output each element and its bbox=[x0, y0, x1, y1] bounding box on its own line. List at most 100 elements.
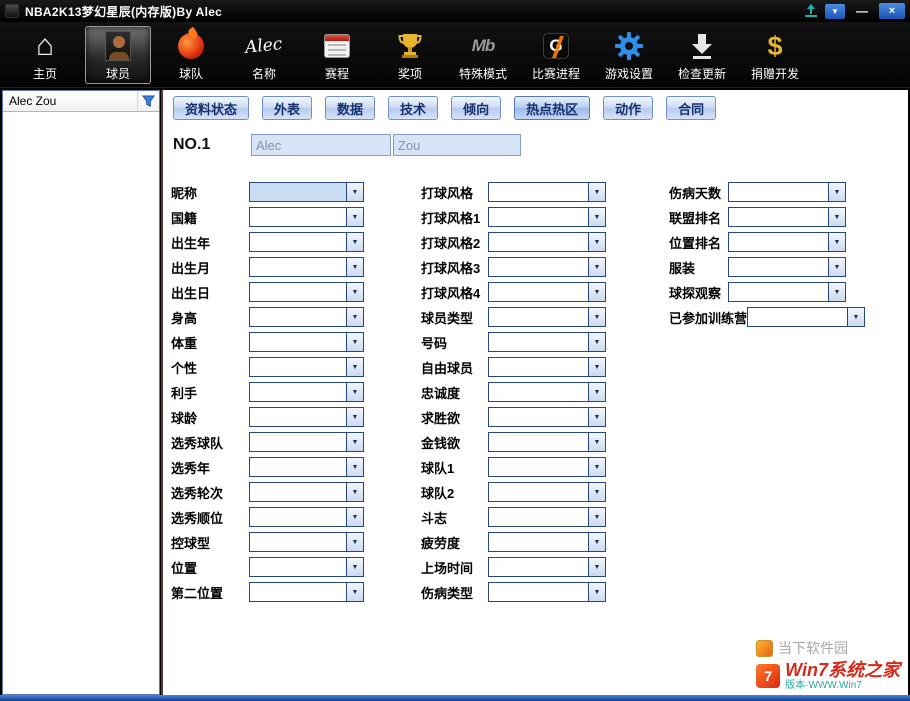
dropdown-arrow-button[interactable]: ▼ bbox=[346, 233, 363, 251]
toolbar-item-special-mode[interactable]: Mb特殊模式 bbox=[450, 26, 516, 84]
dropdown-arrow-button[interactable]: ▼ bbox=[588, 183, 605, 201]
dropdown[interactable]: ▼ bbox=[488, 382, 606, 402]
dropdown-arrow-button[interactable]: ▼ bbox=[346, 433, 363, 451]
dropdown-arrow-button[interactable]: ▼ bbox=[346, 358, 363, 376]
dropdown[interactable]: ▼ bbox=[488, 257, 606, 277]
dropdown-arrow-button[interactable]: ▼ bbox=[588, 233, 605, 251]
dropdown[interactable]: ▼ bbox=[249, 207, 364, 227]
toolbar-item-awards[interactable]: 奖项 bbox=[377, 26, 443, 84]
dropdown-arrow-button[interactable]: ▼ bbox=[346, 283, 363, 301]
dropdown-arrow-button[interactable]: ▼ bbox=[346, 383, 363, 401]
dropdown[interactable]: ▼ bbox=[249, 557, 364, 577]
tab-profile-status[interactable]: 资料状态 bbox=[173, 96, 249, 120]
dropdown-arrow-button[interactable]: ▼ bbox=[847, 308, 864, 326]
share-icon[interactable] bbox=[804, 4, 818, 18]
dropdown-arrow-button[interactable]: ▼ bbox=[588, 283, 605, 301]
toolbar-item-donate[interactable]: $捐赠开发 bbox=[742, 26, 808, 84]
toolbar-item-check-update[interactable]: 检查更新 bbox=[669, 26, 735, 84]
dropdown[interactable]: ▼ bbox=[488, 457, 606, 477]
dropdown-arrow-button[interactable]: ▼ bbox=[346, 333, 363, 351]
dropdown[interactable]: ▼ bbox=[249, 282, 364, 302]
dropdown[interactable]: ▼ bbox=[249, 382, 364, 402]
dropdown[interactable]: ▼ bbox=[249, 457, 364, 477]
dropdown[interactable]: ▼ bbox=[488, 482, 606, 502]
toolbar-item-game-settings[interactable]: 游戏设置 bbox=[596, 26, 662, 84]
dropdown-arrow-button[interactable]: ▼ bbox=[588, 458, 605, 476]
player-list-header[interactable]: Alec Zou bbox=[3, 91, 159, 112]
dropdown[interactable]: ▼ bbox=[728, 207, 846, 227]
dropdown-arrow-button[interactable]: ▼ bbox=[588, 558, 605, 576]
dropdown-arrow-button[interactable]: ▼ bbox=[588, 583, 605, 601]
dropdown[interactable]: ▼ bbox=[488, 407, 606, 427]
toolbar-item-game-progress[interactable]: G比赛进程 bbox=[523, 26, 589, 84]
toolbar-item-names[interactable]: Alec名称 bbox=[231, 26, 297, 84]
dropdown-arrow-button[interactable]: ▼ bbox=[346, 258, 363, 276]
close-button[interactable]: × bbox=[879, 3, 905, 19]
tab-tendencies[interactable]: 倾向 bbox=[451, 96, 501, 120]
titlebar-menu-button[interactable]: ▼ bbox=[825, 4, 845, 19]
dropdown-arrow-button[interactable]: ▼ bbox=[588, 483, 605, 501]
dropdown[interactable]: ▼ bbox=[728, 282, 846, 302]
dropdown-arrow-button[interactable]: ▼ bbox=[828, 283, 845, 301]
toolbar-item-home[interactable]: ⌂主页 bbox=[12, 26, 78, 84]
dropdown-arrow-button[interactable]: ▼ bbox=[346, 533, 363, 551]
dropdown[interactable]: ▼ bbox=[249, 532, 364, 552]
dropdown[interactable]: ▼ bbox=[249, 332, 364, 352]
dropdown-arrow-button[interactable]: ▼ bbox=[346, 458, 363, 476]
dropdown[interactable]: ▼ bbox=[488, 582, 606, 602]
dropdown-arrow-button[interactable]: ▼ bbox=[588, 408, 605, 426]
dropdown[interactable]: ▼ bbox=[249, 257, 364, 277]
dropdown-arrow-button[interactable]: ▼ bbox=[346, 558, 363, 576]
tab-animations[interactable]: 动作 bbox=[603, 96, 653, 120]
dropdown[interactable]: ▼ bbox=[488, 532, 606, 552]
dropdown[interactable]: ▼ bbox=[249, 407, 364, 427]
minimize-button[interactable]: — bbox=[852, 6, 872, 16]
dropdown[interactable]: ▼ bbox=[747, 307, 865, 327]
dropdown[interactable]: ▼ bbox=[488, 232, 606, 252]
dropdown-arrow-button[interactable]: ▼ bbox=[588, 333, 605, 351]
player-list[interactable] bbox=[3, 112, 159, 694]
tab-appearance[interactable]: 外表 bbox=[262, 96, 312, 120]
dropdown-arrow-button[interactable]: ▼ bbox=[588, 208, 605, 226]
dropdown[interactable]: ▼ bbox=[249, 507, 364, 527]
dropdown[interactable]: ▼ bbox=[488, 357, 606, 377]
dropdown-arrow-button[interactable]: ▼ bbox=[828, 208, 845, 226]
dropdown[interactable]: ▼ bbox=[728, 182, 846, 202]
dropdown[interactable]: ▼ bbox=[488, 307, 606, 327]
dropdown[interactable]: ▼ bbox=[488, 432, 606, 452]
dropdown-arrow-button[interactable]: ▼ bbox=[346, 183, 363, 201]
dropdown[interactable]: ▼ bbox=[488, 557, 606, 577]
tab-data[interactable]: 数据 bbox=[325, 96, 375, 120]
dropdown[interactable]: ▼ bbox=[249, 357, 364, 377]
tab-hot-zones[interactable]: 热点热区 bbox=[514, 96, 590, 120]
last-name-input[interactable] bbox=[393, 134, 521, 156]
dropdown-arrow-button[interactable]: ▼ bbox=[346, 583, 363, 601]
dropdown-arrow-button[interactable]: ▼ bbox=[588, 258, 605, 276]
dropdown[interactable]: ▼ bbox=[488, 207, 606, 227]
dropdown[interactable]: ▼ bbox=[249, 182, 364, 202]
dropdown-arrow-button[interactable]: ▼ bbox=[828, 183, 845, 201]
toolbar-item-schedule[interactable]: 赛程 bbox=[304, 26, 370, 84]
dropdown[interactable]: ▼ bbox=[249, 432, 364, 452]
dropdown-arrow-button[interactable]: ▼ bbox=[588, 383, 605, 401]
dropdown-arrow-button[interactable]: ▼ bbox=[346, 483, 363, 501]
dropdown[interactable]: ▼ bbox=[488, 332, 606, 352]
dropdown[interactable]: ▼ bbox=[488, 507, 606, 527]
dropdown-arrow-button[interactable]: ▼ bbox=[828, 258, 845, 276]
dropdown-arrow-button[interactable]: ▼ bbox=[828, 233, 845, 251]
dropdown-arrow-button[interactable]: ▼ bbox=[346, 208, 363, 226]
tab-contract[interactable]: 合同 bbox=[666, 96, 716, 120]
dropdown[interactable]: ▼ bbox=[249, 307, 364, 327]
filter-button[interactable] bbox=[137, 91, 159, 111]
toolbar-item-player[interactable]: 球员 bbox=[85, 26, 151, 84]
dropdown-arrow-button[interactable]: ▼ bbox=[588, 508, 605, 526]
dropdown[interactable]: ▼ bbox=[249, 482, 364, 502]
dropdown-arrow-button[interactable]: ▼ bbox=[346, 508, 363, 526]
dropdown-arrow-button[interactable]: ▼ bbox=[588, 533, 605, 551]
dropdown-arrow-button[interactable]: ▼ bbox=[588, 308, 605, 326]
dropdown-arrow-button[interactable]: ▼ bbox=[588, 358, 605, 376]
dropdown-arrow-button[interactable]: ▼ bbox=[346, 408, 363, 426]
tab-skills[interactable]: 技术 bbox=[388, 96, 438, 120]
dropdown-arrow-button[interactable]: ▼ bbox=[588, 433, 605, 451]
dropdown[interactable]: ▼ bbox=[728, 232, 846, 252]
